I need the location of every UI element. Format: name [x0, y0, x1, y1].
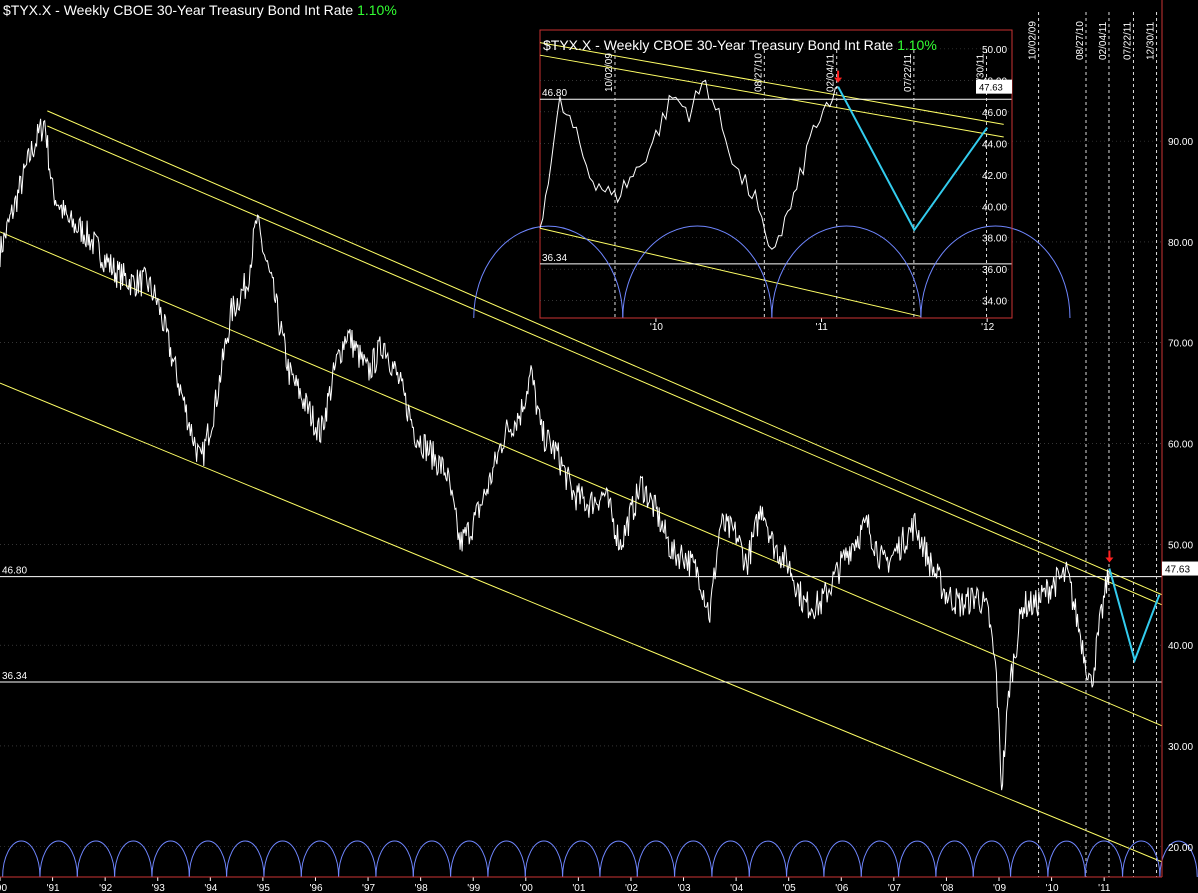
y-tick-label: 70.00	[1168, 339, 1193, 350]
level-label: 46.80	[2, 566, 27, 577]
inset-panel: 46.80 36.34 10/02/09 08/27/10 02/04/11 07/22…	[473, 29, 1071, 333]
main-chart-title: $TYX.X - Weekly CBOE 30-Year Treasury Bo…	[3, 2, 397, 18]
cycle-date-label: 12/30/11	[1146, 21, 1157, 60]
y-tick-label: 36.00	[982, 265, 1007, 276]
y-tick-label: 34.00	[982, 297, 1007, 308]
cycle-date-label: 07/22/11	[903, 53, 914, 92]
x-tick-label: '07	[888, 883, 901, 893]
cycle-date-label: 02/04/11	[826, 53, 837, 92]
x-tick-label: '05	[783, 883, 796, 893]
y-tick-label: 20.00	[1168, 843, 1193, 854]
x-tick-label: '90	[0, 883, 7, 893]
main-last-value-badge: 47.63	[1162, 561, 1198, 576]
level-label: 46.80	[542, 88, 567, 99]
x-tick-label: '11	[1098, 883, 1111, 893]
inset-last-value-badge: 47.63	[976, 79, 1012, 94]
x-tick-label: '94	[204, 883, 217, 893]
x-tick-label: '01	[572, 883, 585, 893]
level-label: 36.34	[542, 253, 567, 264]
cycle-date-label: 08/27/10	[1075, 21, 1086, 60]
x-tick-label: '12	[981, 322, 994, 333]
y-tick-label: 50.00	[982, 45, 1007, 56]
y-tick-label: 38.00	[982, 234, 1007, 245]
y-tick-label: 46.00	[982, 108, 1007, 119]
x-tick-label: '95	[257, 883, 270, 893]
x-tick-label: '11	[816, 322, 829, 333]
x-tick-label: '10	[1046, 883, 1059, 893]
chart: 46.80 36.34 10/02/09 08/27/10 02/04/11 07/22…	[0, 0, 1198, 893]
y-tick-label: 60.00	[1168, 440, 1193, 451]
x-tick-label: '10	[650, 322, 663, 333]
inset-chart-title: $TYX.X - Weekly CBOE 30-Year Treasury Bo…	[543, 37, 937, 53]
y-tick-label: 30.00	[1168, 742, 1193, 753]
x-tick-label: '02	[625, 883, 638, 893]
x-tick-label: '91	[47, 883, 60, 893]
y-tick-label: 40.00	[982, 202, 1007, 213]
cycle-date-label: 10/02/09	[1028, 21, 1039, 60]
cycle-date-label: 07/22/11	[1122, 21, 1133, 60]
x-tick-label: '96	[309, 883, 322, 893]
cycle-date-label: 10/02/09	[604, 53, 615, 92]
x-tick-label: '97	[362, 883, 375, 893]
main-change-value: 1.10%	[357, 2, 397, 18]
cycle-date-label: 08/27/10	[753, 53, 764, 92]
x-tick-label: '00	[520, 883, 533, 893]
x-tick-label: '92	[99, 883, 112, 893]
last-value-label: 47.63	[979, 83, 1003, 94]
x-tick-label: '04	[730, 883, 743, 893]
y-tick-label: 44.00	[982, 139, 1007, 150]
x-tick-label: '93	[152, 883, 165, 893]
x-tick-label: '06	[835, 883, 848, 893]
x-tick-label: '08	[940, 883, 953, 893]
last-value-label: 47.63	[1165, 565, 1190, 576]
y-tick-label: 40.00	[1168, 641, 1193, 652]
x-tick-label: '03	[678, 883, 691, 893]
cycle-date-label: 02/04/11	[1098, 21, 1109, 60]
x-tick-label: '99	[467, 883, 480, 893]
x-tick-label: '98	[415, 883, 428, 893]
inset-change-value: 1.10%	[897, 37, 937, 53]
level-label: 36.34	[2, 671, 27, 682]
y-tick-label: 90.00	[1168, 137, 1193, 148]
y-tick-label: 80.00	[1168, 238, 1193, 249]
y-tick-label: 50.00	[1168, 540, 1193, 551]
y-tick-label: 42.00	[982, 171, 1007, 182]
x-tick-label: '09	[993, 883, 1006, 893]
